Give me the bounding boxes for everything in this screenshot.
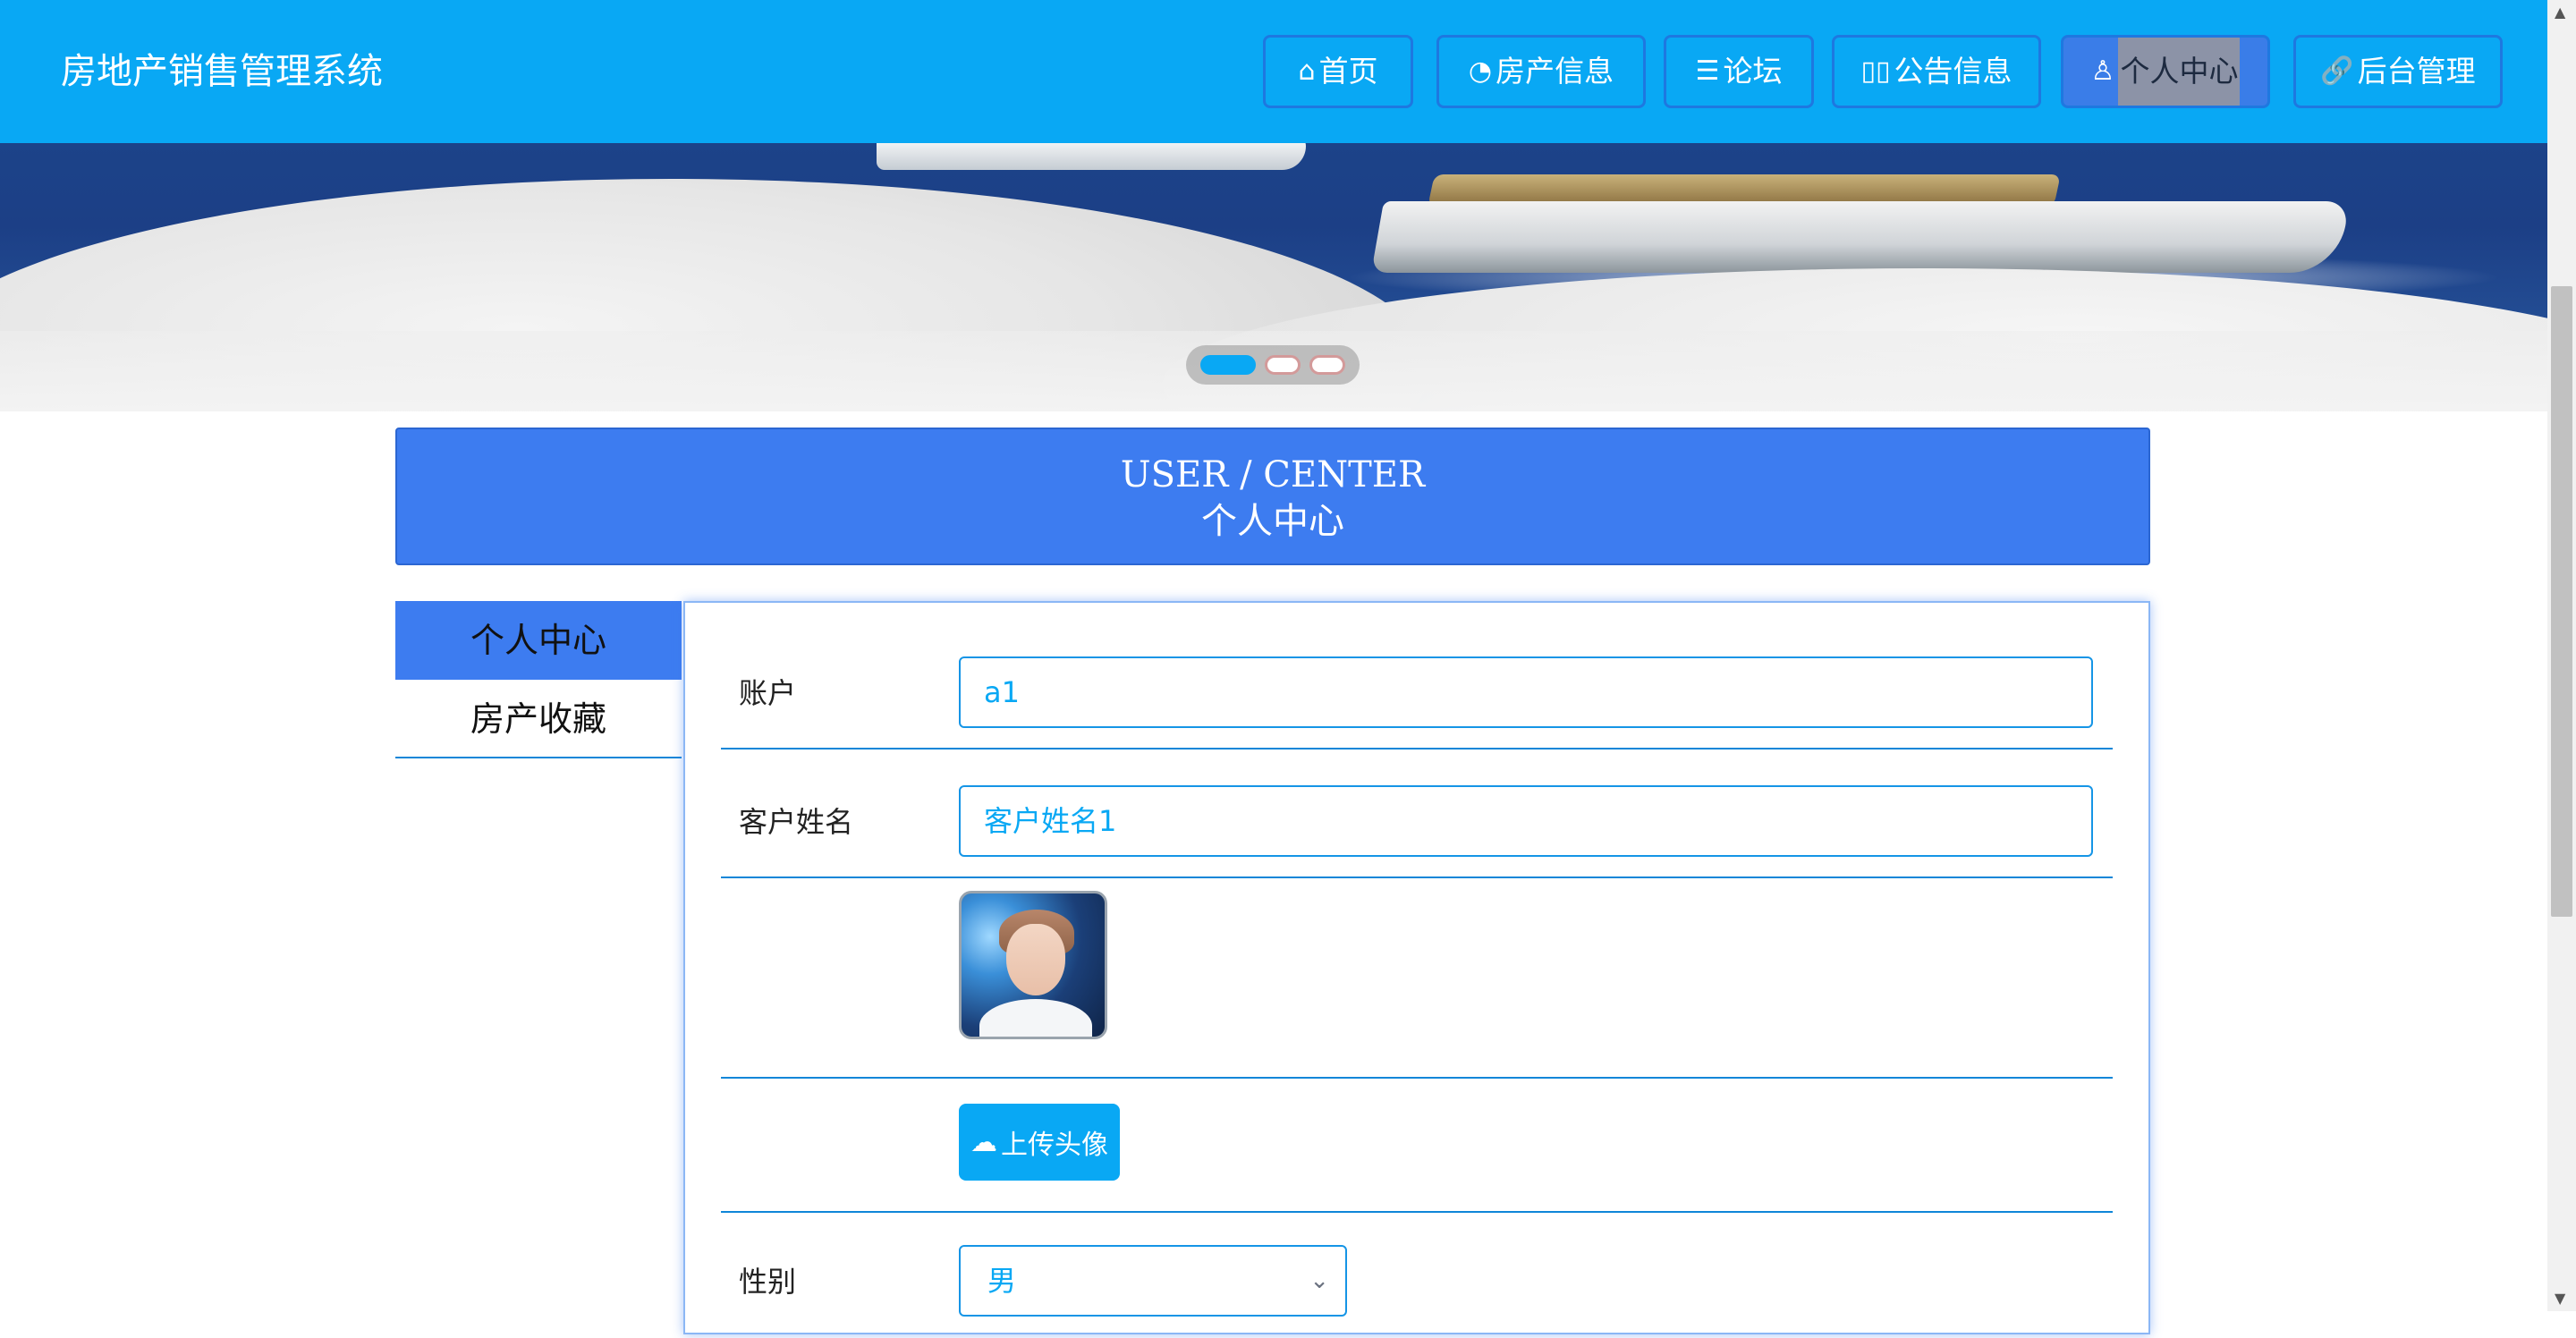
side-item-favorites[interactable]: 房产收藏 xyxy=(395,680,682,758)
scroll-thumb[interactable] xyxy=(2551,286,2572,917)
nav-notices-label: 公告信息 xyxy=(1894,54,2012,89)
nav-property-info-label: 房产信息 xyxy=(1496,54,1614,89)
scroll-down-icon[interactable]: ▼ xyxy=(2555,1290,2565,1307)
side-item-user-center[interactable]: 个人中心 xyxy=(395,601,682,680)
user-icon: ♙ xyxy=(2090,55,2115,87)
top-header: 房地产销售管理系统 ⌂ 首页 ◔ 房产信息 ☰ 论坛 ▯▯ 公告信息 ♙ 个人中… xyxy=(0,0,2547,143)
chevron-down-icon: ⌄ xyxy=(1309,1267,1329,1294)
name-label: 客户姓名 xyxy=(739,805,854,839)
avatar xyxy=(959,891,1107,1039)
notice-icon: ▯▯ xyxy=(1860,55,1891,87)
section-title-bar: USER / CENTER 个人中心 xyxy=(395,428,2150,565)
gender-select-value: 男 xyxy=(987,1264,1017,1298)
form-row-account: 账户 a1 xyxy=(721,603,2113,749)
carousel-dot-1[interactable] xyxy=(1200,355,1256,375)
home-icon: ⌂ xyxy=(1298,55,1316,87)
carousel-dot-2[interactable] xyxy=(1265,355,1301,375)
nav-forum[interactable]: ☰ 论坛 xyxy=(1664,35,1814,108)
form-row-upload: ☁ 上传头像 xyxy=(721,1079,2113,1213)
dashboard-icon: ◔ xyxy=(1468,55,1493,87)
account-label: 账户 xyxy=(739,676,797,710)
section-title-zh: 个人中心 xyxy=(1201,501,1344,542)
sliders-icon: ☰ xyxy=(1695,55,1720,87)
gender-label: 性别 xyxy=(739,1265,797,1299)
scroll-up-icon[interactable]: ▲ xyxy=(2555,4,2565,21)
side-menu: 个人中心 房产收藏 xyxy=(395,601,682,758)
form-row-name: 客户姓名 客户姓名1 xyxy=(721,749,2113,878)
page-scrollbar[interactable]: ▲ ▼ xyxy=(2547,0,2576,1311)
nav-user-center-label: 个人中心 xyxy=(2118,38,2241,106)
account-input[interactable]: a1 xyxy=(959,656,2093,728)
form-row-gender: 性别 男 ⌄ xyxy=(721,1213,2113,1338)
nav-admin[interactable]: 🔗 后台管理 xyxy=(2293,35,2503,108)
site-brand[interactable]: 房地产销售管理系统 xyxy=(61,47,383,97)
upload-avatar-button[interactable]: ☁ 上传头像 xyxy=(959,1104,1120,1181)
avatar-face xyxy=(1006,924,1065,995)
name-input[interactable]: 客户姓名1 xyxy=(959,785,2093,857)
nav-notices[interactable]: ▯▯ 公告信息 xyxy=(1832,35,2041,108)
nav-user-center[interactable]: ♙ 个人中心 xyxy=(2061,35,2270,108)
nav-home-label: 首页 xyxy=(1318,54,1378,89)
avatar-shirt xyxy=(979,999,1092,1037)
nav-home[interactable]: ⌂ 首页 xyxy=(1263,35,1413,108)
nav-forum-label: 论坛 xyxy=(1723,54,1783,89)
section-title-en: USER / CENTER xyxy=(1120,454,1426,495)
nav-property-info[interactable]: ◔ 房产信息 xyxy=(1436,35,1646,108)
profile-form-card: 账户 a1 客户姓名 客户姓名1 ☁ 上传头像 性别 男 ⌄ xyxy=(683,601,2150,1334)
upload-avatar-label: 上传头像 xyxy=(1001,1130,1108,1161)
form-row-avatar xyxy=(721,878,2113,1079)
cloud-upload-icon: ☁ xyxy=(970,1126,997,1158)
nav-admin-label: 后台管理 xyxy=(2357,54,2476,89)
carousel-dot-3[interactable] xyxy=(1309,355,1345,375)
carousel-indicator xyxy=(1186,345,1360,385)
link-icon: 🔗 xyxy=(2320,55,2354,87)
banner-boat-hull xyxy=(1370,201,2351,273)
gender-select[interactable]: 男 ⌄ xyxy=(959,1245,1347,1317)
